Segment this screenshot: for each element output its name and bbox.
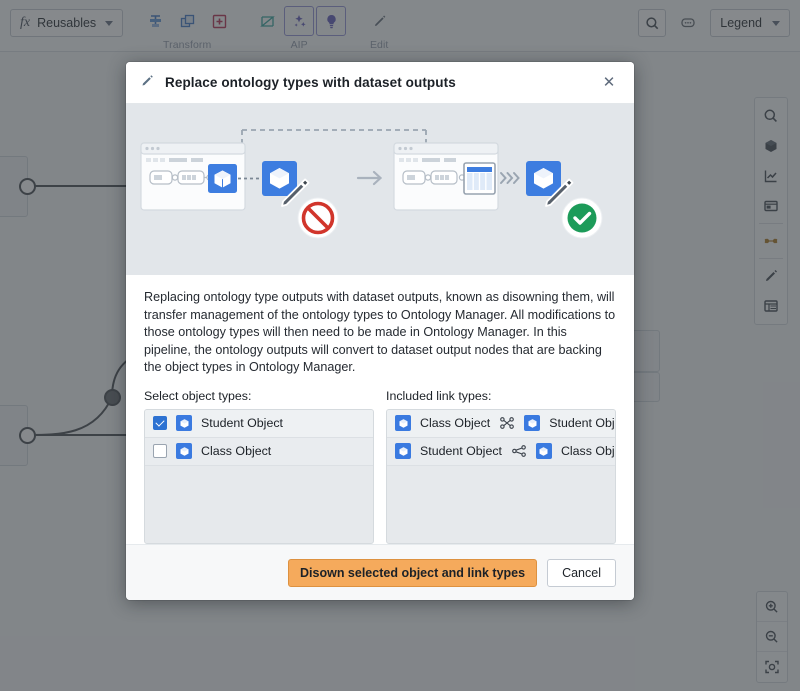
cube-icon — [395, 443, 411, 459]
object-type-label: Student Object — [201, 416, 283, 430]
link-target-label: Student Object — [549, 416, 616, 430]
dialog-header: Replace ontology types with dataset outp… — [126, 62, 634, 104]
link-types-label: Included link types: — [386, 389, 616, 403]
link-types-panel: Included link types: Class Object — [386, 389, 616, 545]
object-type-checkbox[interactable] — [153, 444, 167, 458]
dialog-footer: Disown selected object and link types Ca… — [126, 544, 634, 600]
close-icon[interactable]: ✕ — [598, 72, 620, 94]
cube-icon — [176, 443, 192, 459]
object-types-label: Select object types: — [144, 389, 374, 403]
dialog-body-text: Replacing ontology type outputs with dat… — [126, 275, 634, 389]
object-types-panel: Select object types: Student Object — [144, 389, 374, 545]
cube-icon — [524, 415, 540, 431]
object-types-list[interactable]: Student Object Class Object — [144, 409, 374, 545]
pencil-icon — [140, 73, 155, 93]
object-type-row[interactable]: Class Object — [145, 438, 373, 466]
object-type-row[interactable]: Student Object — [145, 410, 373, 438]
dialog-title: Replace ontology types with dataset outp… — [165, 75, 456, 90]
link-source-label: Student Object — [420, 444, 502, 458]
many-to-many-icon — [499, 417, 515, 429]
link-source-label: Class Object — [420, 416, 490, 430]
disown-button[interactable]: Disown selected object and link types — [288, 559, 537, 587]
link-target-label: Class Object — [561, 444, 616, 458]
dialog-panels: Select object types: Student Object — [126, 389, 634, 545]
one-to-many-icon — [511, 445, 527, 457]
object-type-checkbox[interactable] — [153, 416, 167, 430]
link-type-row[interactable]: Class Object Student Object — [387, 410, 615, 438]
cube-icon — [176, 415, 192, 431]
replace-ontology-types-dialog: Replace ontology types with dataset outp… — [126, 62, 634, 600]
dialog-illustration — [126, 104, 634, 275]
cancel-button[interactable]: Cancel — [547, 559, 616, 587]
link-types-list[interactable]: Class Object Student Object — [386, 409, 616, 545]
link-type-row[interactable]: Student Object Class Object — [387, 438, 615, 466]
object-type-label: Class Object — [201, 444, 271, 458]
cube-icon — [536, 443, 552, 459]
cube-icon — [395, 415, 411, 431]
